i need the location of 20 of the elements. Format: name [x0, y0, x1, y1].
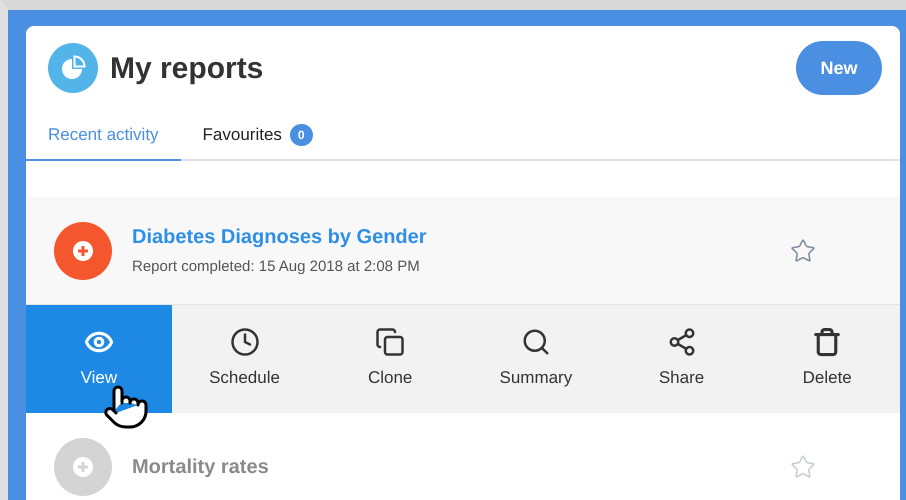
- search-icon: [520, 327, 551, 358]
- star-icon[interactable]: [790, 238, 816, 264]
- action-button[interactable]: Schedule: [172, 305, 318, 413]
- action-button[interactable]: Clone: [317, 305, 464, 413]
- tab[interactable]: Favourites 0: [180, 111, 335, 161]
- page-title: My reports: [110, 50, 264, 86]
- report-row[interactable]: Diabetes Diagnoses by Gender Report completed: 15 Aug 2018 at 2:08 PM: [26, 197, 900, 305]
- share-icon: [666, 327, 697, 358]
- clock-icon: [230, 327, 260, 358]
- copy-icon: [375, 327, 406, 358]
- trash-icon: [812, 327, 842, 358]
- hand-cursor-icon: [102, 383, 150, 431]
- action-button[interactable]: Share: [608, 305, 754, 413]
- count-badge: 0: [290, 124, 313, 146]
- action-button[interactable]: Delete: [754, 305, 900, 413]
- action-button[interactable]: Summary: [463, 305, 609, 413]
- star-icon[interactable]: [790, 454, 816, 480]
- report-subtitle: Report completed: 15 Aug 2018 at 2:08 PM: [132, 257, 421, 278]
- action-button[interactable]: View: [26, 305, 172, 413]
- pie-chart-icon: [48, 43, 98, 93]
